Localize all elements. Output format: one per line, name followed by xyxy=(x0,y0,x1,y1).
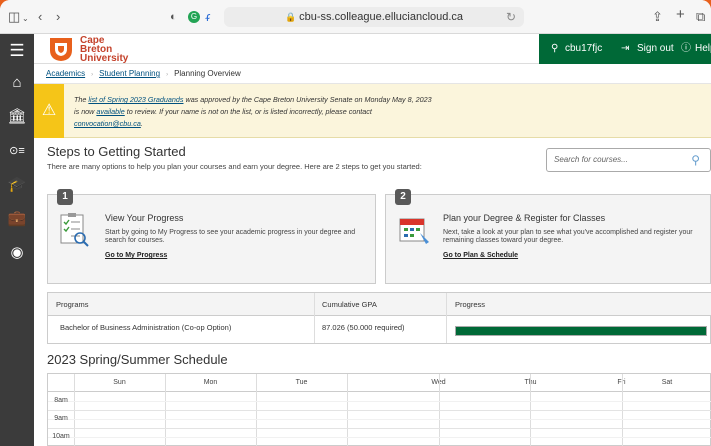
search-placeholder: Search for courses... xyxy=(554,155,628,164)
warning-icon: ⚠ xyxy=(34,84,64,138)
breadcrumb: Academics › Student Planning › Planning Over… xyxy=(34,64,711,84)
breadcrumb-separator: › xyxy=(91,72,94,78)
checklist-icon xyxy=(60,213,89,247)
sidebar-toggle-icon[interactable]: ◫ xyxy=(8,9,20,25)
column-header-progress: Progress xyxy=(455,300,486,309)
hour-label: 9am xyxy=(54,415,68,422)
step-number-badge: 1 xyxy=(57,189,73,205)
graduation-alert: ⚠ The list of Spring 2023 Graduands was … xyxy=(34,84,711,138)
user-bar: ⚲ cbu17fjc ⇥ Sign out ⓘ Help xyxy=(539,34,711,64)
course-search-input[interactable]: Search for courses... ⚲ xyxy=(546,148,711,172)
privacy-shield-icon[interactable]: ◐ xyxy=(170,9,177,25)
briefcase-icon[interactable]: 💼 xyxy=(0,206,34,232)
available-link[interactable]: available xyxy=(96,107,124,116)
new-tab-icon[interactable]: + xyxy=(676,7,685,23)
step-card-plan: Plan your Degree & Register for Classes … xyxy=(385,194,711,284)
go-to-plan-schedule-link[interactable]: Go to Plan & Schedule xyxy=(443,252,518,259)
go-to-my-progress-link[interactable]: Go to My Progress xyxy=(105,252,167,259)
day-header-mon: Mon xyxy=(203,379,218,386)
breadcrumb-academics[interactable]: Academics xyxy=(46,69,85,78)
url-text: cbu-ss.colleague.elluciancloud.ca xyxy=(299,11,464,23)
grid-line xyxy=(48,410,711,411)
logo-line-3: University xyxy=(80,53,129,64)
back-icon[interactable]: ‹ xyxy=(38,9,42,25)
reload-icon[interactable]: ↻ xyxy=(506,7,516,27)
university-name: Cape Breton University xyxy=(80,36,129,64)
finance-icon[interactable]: 🏛 xyxy=(0,104,34,130)
sign-out-button[interactable]: Sign out xyxy=(637,43,674,55)
program-progress-bar xyxy=(455,326,707,336)
sign-out-icon: ⇥ xyxy=(621,43,630,54)
step-number-badge: 2 xyxy=(395,189,411,205)
menu-icon[interactable]: ☰ xyxy=(0,38,34,64)
help-icon: ⓘ xyxy=(681,43,691,54)
grammarly-extension-icon[interactable]: G xyxy=(188,11,200,23)
chevron-down-icon[interactable]: ⌄ xyxy=(22,11,29,27)
graduation-cap-icon[interactable]: 🎓 xyxy=(0,172,34,198)
address-bar[interactable]: 🔒 cbu-ss.colleague.elluciancloud.ca ↻ xyxy=(224,7,524,27)
calendar-icon xyxy=(399,218,429,244)
grid-line xyxy=(48,401,711,402)
browser-toolbar: ◫ ⌄ ‹ › ◐ G ᵳ 🔒 cbu-ss.colleague.ellucian… xyxy=(0,0,711,34)
card-title: Plan your Degree & Register for Classes xyxy=(443,213,606,223)
site-header: Cape Breton University ⚲ cbu17fjc ⇥ Sign… xyxy=(34,34,711,64)
hour-label: 8am xyxy=(54,397,68,404)
grid-line xyxy=(48,437,711,438)
day-header-sat: Sat xyxy=(661,379,673,386)
user-icon: ⚲ xyxy=(551,43,559,54)
card-description: Start by going to My Progress to see you… xyxy=(105,229,356,244)
home-icon[interactable]: ⌂ xyxy=(0,70,34,96)
browser-window: ◫ ⌄ ‹ › ◐ G ᵳ 🔒 cbu-ss.colleague.ellucian… xyxy=(0,0,711,446)
alert-text: The xyxy=(74,95,89,104)
programs-table: Programs Cumulative GPA Progress Bachelo… xyxy=(47,292,711,344)
id-card-icon[interactable]: ⊙≡ xyxy=(0,138,34,164)
calendar-day-header: Sun Mon Tue Wed Thu Fri Sat xyxy=(48,374,711,392)
user-icon[interactable]: ◉ xyxy=(0,240,34,266)
column-divider xyxy=(446,293,447,343)
breadcrumb-current-page: Planning Overview xyxy=(174,69,241,78)
convocation-email-link[interactable]: convocation@cbu.ca xyxy=(74,119,141,128)
alert-text: to review. If your name is not on the li… xyxy=(124,107,372,116)
card-description: Next, take a look at your plan to see wh… xyxy=(443,229,693,244)
share-icon[interactable]: ⇪ xyxy=(652,9,663,25)
day-header-tue: Tue xyxy=(295,379,308,386)
cbu-logo-icon[interactable] xyxy=(48,36,74,62)
extension-icon[interactable]: ᵳ xyxy=(206,9,210,25)
day-header-sun: Sun xyxy=(113,379,126,386)
column-header-programs: Programs xyxy=(56,300,89,309)
alert-text: . xyxy=(140,119,143,128)
alert-message: The list of Spring 2023 Graduands was ap… xyxy=(74,94,434,130)
progress-fill xyxy=(456,327,706,335)
grid-line xyxy=(48,428,711,429)
help-button[interactable]: Help xyxy=(695,43,711,55)
step-card-progress: View Your Progress Start by going to My … xyxy=(47,194,376,284)
graduands-list-link[interactable]: list of Spring 2023 Graduands xyxy=(88,95,183,104)
lock-icon: 🔒 xyxy=(284,12,297,22)
steps-heading: Steps to Getting Started xyxy=(47,144,186,159)
column-divider xyxy=(314,293,315,343)
schedule-heading: 2023 Spring/Summer Schedule xyxy=(47,352,228,367)
card-title: View Your Progress xyxy=(105,213,184,223)
table-header: Programs Cumulative GPA Progress xyxy=(48,293,711,316)
left-navigation: ☰ ⌂ 🏛 ⊙≡ 🎓 💼 ◉ xyxy=(0,34,34,446)
forward-icon[interactable]: › xyxy=(56,9,60,25)
grid-line xyxy=(48,419,711,420)
hour-label: 10am xyxy=(52,433,70,440)
cumulative-gpa: 87.026 (50.000 required) xyxy=(322,323,405,332)
schedule-calendar: Sun Mon Tue Wed Thu Fri Sat 8am 9am 10am xyxy=(47,373,711,446)
search-icon[interactable]: ⚲ xyxy=(691,149,700,171)
breadcrumb-student-planning[interactable]: Student Planning xyxy=(99,69,160,78)
steps-subtitle: There are many options to help you plan … xyxy=(47,162,422,171)
username-button[interactable]: cbu17fjc xyxy=(565,43,602,55)
program-name[interactable]: Bachelor of Business Administration (Co-… xyxy=(60,316,231,340)
breadcrumb-separator: › xyxy=(166,72,169,78)
tab-overview-icon[interactable]: ⧉ xyxy=(696,9,705,25)
column-header-gpa: Cumulative GPA xyxy=(322,300,377,309)
